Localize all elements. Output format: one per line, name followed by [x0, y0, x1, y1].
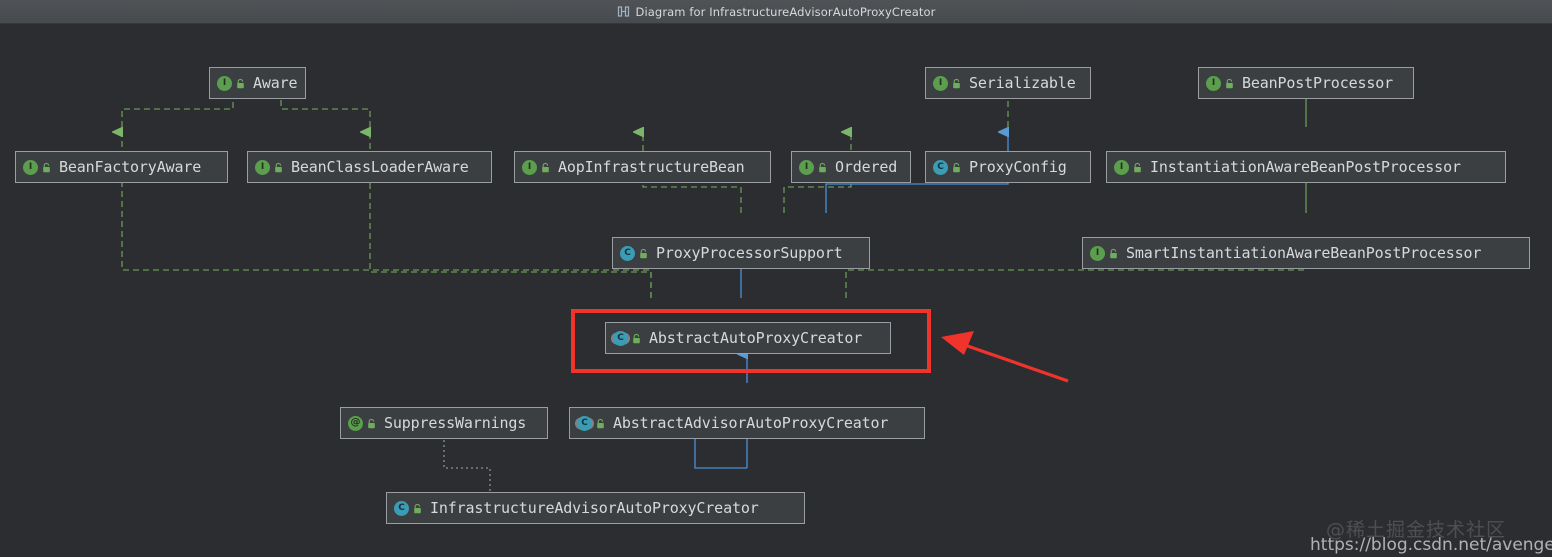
node-icons: I — [1114, 159, 1143, 175]
node-label: AbstractAdvisorAutoProxyCreator — [613, 414, 889, 432]
interface-badge-icon: I — [799, 159, 814, 175]
node-iabpp[interactable]: I InstantiationAwareBeanPostProcessor — [1106, 151, 1506, 183]
interface-badge-icon: I — [522, 159, 537, 175]
node-icons: @ — [348, 415, 377, 431]
interface-badge-icon: I — [255, 159, 270, 175]
interface-badge-icon: I — [217, 75, 232, 91]
node-bcla[interactable]: I BeanClassLoaderAware — [247, 151, 492, 183]
node-icons: I — [1206, 75, 1235, 91]
node-bpp[interactable]: I BeanPostProcessor — [1198, 67, 1414, 99]
diagram-canvas[interactable]: I Aware I BeanFactoryAware I BeanClassLoaderA… — [0, 24, 1552, 557]
node-label: AbstractAutoProxyCreator — [649, 329, 863, 347]
public-padlock-icon — [817, 162, 828, 173]
node-label: SmartInstantiationAwareBeanPostProcessor — [1126, 244, 1482, 262]
class-badge-icon: C — [394, 500, 409, 516]
interface-badge-icon: I — [933, 75, 948, 91]
public-padlock-icon — [595, 418, 606, 429]
public-padlock-icon — [1108, 248, 1119, 259]
public-padlock-icon — [1224, 78, 1235, 89]
node-label: Serializable — [969, 74, 1076, 92]
node-icons: C — [394, 500, 423, 516]
node-label: Aware — [253, 74, 298, 92]
interface-badge-icon: I — [23, 159, 38, 175]
node-label: InstantiationAwareBeanPostProcessor — [1150, 158, 1461, 176]
node-aib[interactable]: I AopInfrastructureBean — [514, 151, 771, 183]
public-padlock-icon — [631, 333, 642, 344]
node-label: AopInfrastructureBean — [558, 158, 745, 176]
node-ordered[interactable]: I Ordered — [791, 151, 911, 183]
interface-badge-icon: I — [1090, 245, 1105, 261]
node-icons: C — [613, 330, 642, 346]
public-padlock-icon — [1132, 162, 1143, 173]
node-label: ProxyProcessorSupport — [656, 244, 843, 262]
node-label: BeanFactoryAware — [59, 158, 202, 176]
node-icons: I — [1090, 245, 1119, 261]
public-padlock-icon — [540, 162, 551, 173]
node-icons: C — [620, 245, 649, 261]
node-label: ProxyConfig — [969, 158, 1067, 176]
window-title-bar: Diagram for InfrastructureAdvisorAutoPro… — [0, 0, 1552, 24]
node-label: Ordered — [835, 158, 898, 176]
public-padlock-icon — [412, 503, 423, 514]
public-padlock-icon — [273, 162, 284, 173]
node-bfa[interactable]: I BeanFactoryAware — [15, 151, 228, 183]
node-aaapc[interactable]: C AbstractAdvisorAutoProxyCreator — [569, 407, 925, 439]
node-label: BeanClassLoaderAware — [291, 158, 469, 176]
red-pointer-arrow — [941, 331, 1069, 383]
window-title-text: Diagram for InfrastructureAdvisorAutoPro… — [635, 4, 936, 19]
node-icons: I — [799, 159, 828, 175]
abstract-class-badge-icon: C — [613, 330, 628, 346]
node-icons: C — [577, 415, 606, 431]
diagram-edges — [0, 24, 1552, 492]
node-icons: I — [933, 75, 962, 91]
node-iaapc[interactable]: C InfrastructureAdvisorAutoProxyCreator — [386, 492, 805, 524]
public-padlock-icon — [235, 78, 246, 89]
watermark-url: https://blog.csdn.net/avengerEug — [1310, 535, 1552, 555]
interface-badge-icon: I — [1206, 75, 1221, 91]
class-badge-icon: C — [620, 245, 635, 261]
diagram-icon — [617, 5, 630, 18]
node-serializable[interactable]: I Serializable — [925, 67, 1091, 99]
node-icons: I — [217, 75, 246, 91]
node-label: SuppressWarnings — [384, 414, 527, 432]
node-icons: I — [255, 159, 284, 175]
abstract-class-badge-icon: C — [577, 415, 592, 431]
interface-badge-icon: I — [1114, 159, 1129, 175]
node-aware[interactable]: I Aware — [209, 67, 306, 99]
node-pps[interactable]: C ProxyProcessorSupport — [612, 237, 870, 269]
public-padlock-icon — [366, 418, 377, 429]
node-aapc[interactable]: C AbstractAutoProxyCreator — [605, 322, 891, 354]
edge-iaapc-aaapc-leg — [694, 439, 747, 469]
node-siabpp[interactable]: I SmartInstantiationAwareBeanPostProcesso… — [1082, 237, 1530, 269]
node-proxyconfig[interactable]: C ProxyConfig — [925, 151, 1091, 183]
public-padlock-icon — [951, 78, 962, 89]
public-padlock-icon — [41, 162, 52, 173]
annotation-badge-icon: @ — [348, 415, 363, 431]
class-badge-icon: C — [933, 159, 948, 175]
public-padlock-icon — [638, 248, 649, 259]
node-label: BeanPostProcessor — [1242, 74, 1393, 92]
public-padlock-icon — [951, 162, 962, 173]
node-label: InfrastructureAdvisorAutoProxyCreator — [430, 499, 759, 517]
node-icons: I — [23, 159, 52, 175]
node-icons: C — [933, 159, 962, 175]
node-icons: I — [522, 159, 551, 175]
node-suppress[interactable]: @ SuppressWarnings — [340, 407, 548, 439]
